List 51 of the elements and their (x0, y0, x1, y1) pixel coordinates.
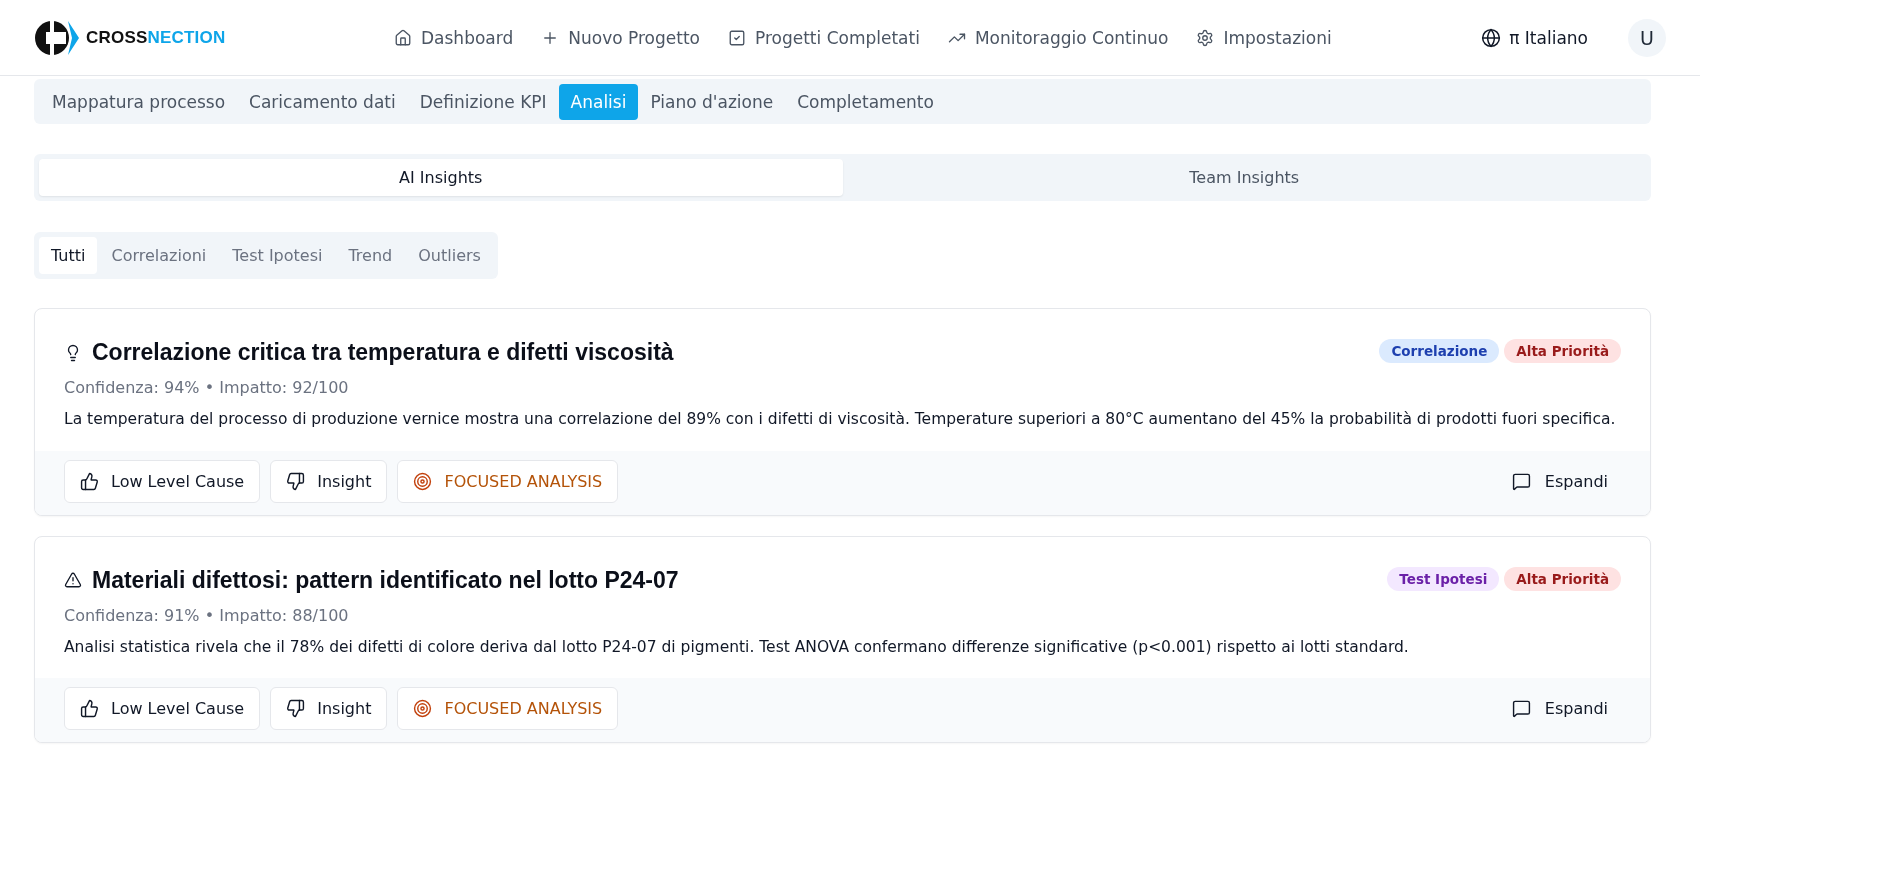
checkbox-icon (727, 28, 746, 47)
nav-link[interactable]: Nuovo Progetto (541, 27, 700, 48)
globe-icon (1481, 27, 1502, 48)
comment-icon (1511, 471, 1531, 491)
step-tab[interactable]: Definizione KPI (407, 83, 559, 120)
warning-icon (64, 571, 82, 590)
insight-title: Correlazione critica tra temperatura e difetti viscosità (92, 339, 675, 366)
action-button[interactable]: Low Level Cause (64, 459, 261, 503)
brand-name: CROSSNECTION (86, 27, 226, 48)
nav-link[interactable]: Progetti Completati (727, 27, 920, 48)
tag: Alta Priorità (1504, 339, 1621, 363)
insight-title: Materiali difettosi: pattern identificato nel lotto P24-07 (92, 566, 680, 594)
tag: Alta Priorità (1504, 566, 1621, 591)
nav-link[interactable]: Monitoraggio Continuo (947, 27, 1169, 48)
thumbs-up-icon (80, 471, 99, 491)
insight-meta: Confidenza: 91% • Impatto: 88/100 (64, 605, 350, 625)
settings-icon (1196, 28, 1215, 47)
thumbs-down-icon (286, 699, 306, 719)
step-tab[interactable]: Mappatura processo (40, 83, 238, 120)
step-tab[interactable]: Caricamento dati (237, 83, 408, 120)
filter-tab[interactable]: Test Ipotesi (220, 237, 335, 274)
house-icon (394, 28, 412, 47)
filter-tab[interactable]: Correlazioni (99, 237, 219, 274)
target-icon (413, 699, 433, 719)
nav-link[interactable]: Impostazioni (1196, 27, 1332, 48)
thumbs-up-icon (80, 699, 99, 719)
tag: Test Ipotesi (1387, 566, 1500, 591)
target-icon (413, 471, 433, 491)
filter-tab[interactable]: Trend (336, 237, 405, 274)
comment-icon (1511, 699, 1531, 719)
nav-link[interactable]: Dashboard (394, 27, 514, 48)
insight-meta: Confidenza: 94% • Impatto: 92/100 (64, 378, 350, 397)
thumbs-down-icon (286, 471, 306, 491)
language-button[interactable]: π Italiano (1475, 26, 1594, 49)
insight-description: La temperatura del processo di produzione vernice mostra una correlazione del 89% con i difetti di viscosità. Temperature superiori a 80°C aumentano del 45% la probabilità di prodotti fuori specifica. (64, 409, 1617, 430)
action-button[interactable]: Low Level Cause (64, 687, 261, 731)
action-button[interactable]: Insight (270, 687, 388, 731)
view-tab[interactable]: Team Insights (842, 159, 1646, 196)
action-button[interactable]: FOCUSED ANALYSIS (397, 687, 619, 731)
expand-button[interactable]: Espandi (1498, 459, 1621, 503)
action-button[interactable]: FOCUSED ANALYSIS (397, 459, 619, 503)
filter-tab[interactable]: Outliers (406, 237, 493, 274)
step-tab[interactable]: Completamento (785, 83, 946, 120)
expand-button[interactable]: Espandi (1498, 687, 1621, 731)
insight-description: Analisi statistica rivela che il 78% dei difetti di colore deriva dal lotto P24-07 di pigmenti. Test ANOVA confermano differenze significative (p<0.001) rispetto ai lotti standard. (64, 636, 1410, 658)
step-tab[interactable]: Piano d'azione (638, 83, 786, 120)
user-avatar[interactable]: U (1628, 18, 1666, 57)
action-button[interactable]: Insight (270, 459, 388, 503)
filter-tab[interactable]: Tutti (39, 237, 98, 274)
tag: Correlazione (1379, 339, 1500, 363)
view-tab[interactable]: AI Insights (39, 159, 843, 196)
